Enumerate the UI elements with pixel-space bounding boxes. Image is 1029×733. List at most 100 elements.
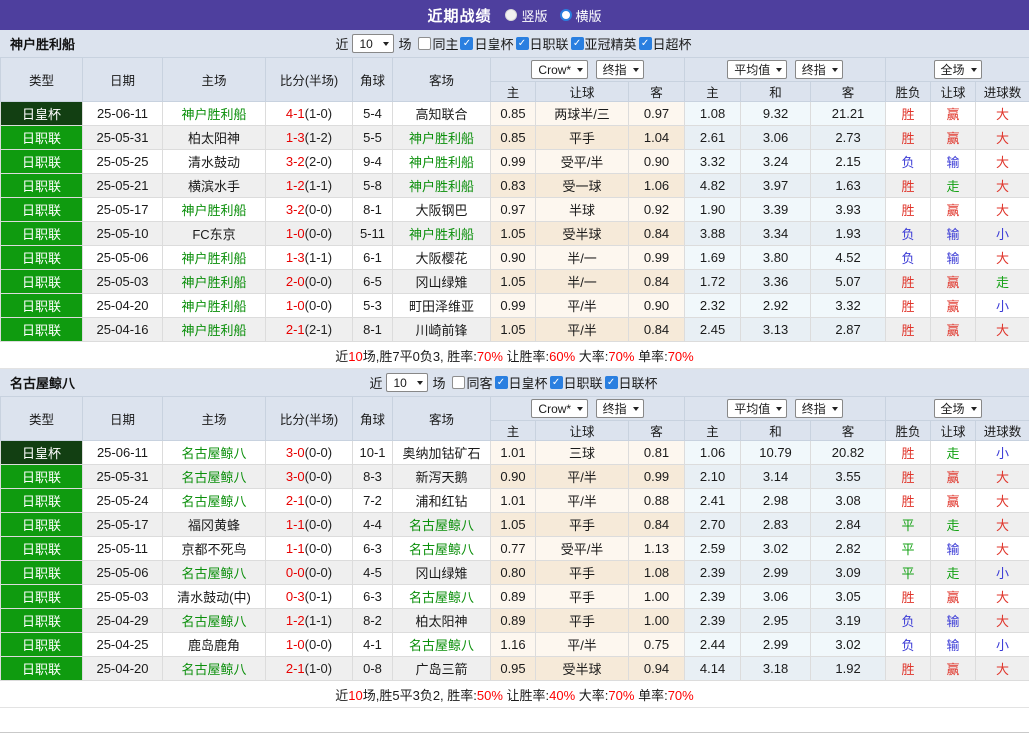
bookmaker-select[interactable]: Crow* bbox=[531, 399, 589, 418]
radio-icon[interactable] bbox=[505, 9, 518, 21]
summary-segment: 让胜率: bbox=[502, 348, 550, 364]
away-team-name: 神户胜利船 bbox=[408, 179, 474, 194]
score-cell: 3-0(0-0) bbox=[265, 440, 353, 465]
col-date: 日期 bbox=[82, 396, 163, 441]
checked-checkbox-icon[interactable] bbox=[549, 376, 563, 389]
average-select[interactable]: 平均值 bbox=[727, 60, 788, 79]
fulltime-score: 4-1 bbox=[285, 106, 305, 121]
unchecked-checkbox-icon[interactable] bbox=[452, 376, 466, 389]
final-odds-select-crow[interactable]: 终指 bbox=[595, 399, 644, 418]
fulltime-score: 3-0 bbox=[285, 445, 305, 460]
match-row: 日职联 25-04-25 鹿岛鹿角 1-0(0-0) 4-1 名古屋鲸八 1.1… bbox=[0, 632, 1029, 657]
result-wdl: 胜 bbox=[885, 269, 932, 294]
result-handicap: 输 bbox=[930, 608, 977, 633]
avg-away-odds: 2.84 bbox=[810, 512, 887, 537]
checked-checkbox-icon[interactable] bbox=[570, 37, 584, 50]
layout-radio[interactable]: 横版 bbox=[559, 6, 602, 25]
team-section: 名古屋鲸八 近 10 场 同客日皇杯日职联日联杯 类型 日期 主场 比分(半 bbox=[0, 369, 1029, 708]
filter-同客[interactable]: 同客 bbox=[452, 373, 493, 392]
final-odds-select-crow[interactable]: 终指 bbox=[595, 60, 644, 79]
match-rows: 日皇杯 25-06-11 神户胜利船 4-1(1-0) 5-4 高知联合 0.8… bbox=[0, 101, 1029, 342]
match-date: 25-05-21 bbox=[82, 173, 163, 198]
summary-segment: 40% bbox=[549, 687, 576, 703]
score-cell: 3-2(0-0) bbox=[265, 197, 353, 222]
filter-亚冠精英[interactable]: 亚冠精英 bbox=[570, 34, 637, 53]
final-odds-select-avg[interactable]: 终指 bbox=[794, 399, 843, 418]
result-goals: 小 bbox=[975, 293, 1029, 318]
home-team-name: 鹿岛鹿角 bbox=[187, 638, 240, 653]
result-handicap: 走 bbox=[930, 560, 977, 585]
summary-segment: 近 bbox=[335, 348, 349, 364]
match-date: 25-05-06 bbox=[82, 560, 163, 585]
final-odds-select-avg[interactable]: 终指 bbox=[794, 60, 843, 79]
halftime-score: (0-0) bbox=[304, 637, 333, 652]
summary-row: 近10场,胜5平3负2, 胜率:50% 让胜率:40% 大率:70% 单率:70… bbox=[0, 681, 1029, 708]
filter-日皇杯[interactable]: 日皇杯 bbox=[494, 373, 548, 392]
away-team-name: 神户胜利船 bbox=[408, 131, 474, 146]
match-type-cell: 日职联 bbox=[0, 632, 83, 657]
halftime-score: (0-0) bbox=[304, 226, 333, 241]
fulltime-score: 3-0 bbox=[285, 469, 305, 484]
match-count-select[interactable]: 10 bbox=[386, 373, 429, 392]
summary-segment: 大率: bbox=[575, 687, 609, 703]
bookmaker-value: Crow* bbox=[538, 401, 572, 416]
bookmaker-select[interactable]: Crow* bbox=[531, 60, 589, 79]
home-team-name: 名古屋鲸八 bbox=[181, 662, 247, 677]
result-wdl: 负 bbox=[885, 632, 932, 657]
final-odds-value-crow: 终指 bbox=[602, 402, 627, 416]
result-handicap: 赢 bbox=[930, 125, 977, 150]
unchecked-checkbox-icon[interactable] bbox=[418, 37, 432, 50]
fulltime-score: 1-2 bbox=[285, 613, 305, 628]
checkbox-label: 日皇杯 bbox=[508, 376, 548, 391]
corner-cell: 6-5 bbox=[352, 269, 393, 294]
away-team: 冈山绿雉 bbox=[392, 269, 491, 294]
average-value: 平均值 bbox=[734, 63, 771, 77]
crow-home-odds: 1.01 bbox=[490, 488, 536, 513]
filter-日职联[interactable]: 日职联 bbox=[549, 373, 603, 392]
filter-同主[interactable]: 同主 bbox=[418, 34, 458, 53]
result-goals: 大 bbox=[975, 101, 1029, 126]
checked-checkbox-icon[interactable] bbox=[604, 376, 618, 389]
away-team: 川崎前锋 bbox=[392, 317, 491, 342]
checked-checkbox-icon[interactable] bbox=[494, 376, 508, 389]
match-date: 25-04-20 bbox=[82, 656, 163, 681]
col-home: 主场 bbox=[162, 396, 266, 441]
match-row: 日皇杯 25-06-11 神户胜利船 4-1(1-0) 5-4 高知联合 0.8… bbox=[0, 101, 1029, 126]
match-type-cell: 日职联 bbox=[0, 656, 83, 681]
result-wdl: 负 bbox=[885, 221, 932, 246]
crow-away-odds: 0.94 bbox=[627, 656, 686, 681]
average-select[interactable]: 平均值 bbox=[727, 399, 788, 418]
corner-cell: 10-1 bbox=[352, 440, 393, 465]
scope-select[interactable]: 全场 bbox=[933, 60, 982, 79]
home-team-name: FC东京 bbox=[192, 227, 236, 242]
filter-日超杯[interactable]: 日超杯 bbox=[638, 34, 692, 53]
away-team: 神户胜利船 bbox=[392, 221, 491, 246]
filter-controls: 近 10 场 同客日皇杯日职联日联杯 bbox=[369, 373, 659, 392]
layout-radio[interactable]: 竖版 bbox=[505, 6, 548, 25]
home-team-name: 清水鼓动(中) bbox=[177, 590, 251, 605]
match-type-cell: 日职联 bbox=[0, 197, 83, 222]
home-team-name: 京都不死鸟 bbox=[181, 542, 247, 557]
col-goals-result: 进球数 bbox=[975, 420, 1029, 441]
filter-日皇杯[interactable]: 日皇杯 bbox=[460, 34, 514, 53]
crow-away-odds: 0.90 bbox=[627, 149, 686, 174]
checked-checkbox-icon[interactable] bbox=[638, 37, 652, 50]
radio-icon[interactable] bbox=[559, 9, 572, 21]
handicap-line: 平手 bbox=[535, 584, 629, 609]
crow-home-odds: 1.01 bbox=[490, 440, 536, 465]
halftime-score: (1-0) bbox=[304, 106, 333, 121]
home-team: 京都不死鸟 bbox=[162, 536, 266, 561]
checked-checkbox-icon[interactable] bbox=[515, 37, 529, 50]
filter-日联杯[interactable]: 日联杯 bbox=[604, 373, 658, 392]
checkbox-label: 亚冠精英 bbox=[584, 37, 637, 52]
away-team: 神户胜利船 bbox=[392, 149, 491, 174]
handicap-line: 半/一 bbox=[535, 269, 629, 294]
result-handicap: 输 bbox=[930, 221, 977, 246]
filter-日职联[interactable]: 日职联 bbox=[515, 34, 569, 53]
home-team: 神户胜利船 bbox=[162, 317, 266, 342]
score-cell: 1-2(1-1) bbox=[265, 608, 353, 633]
match-count-select[interactable]: 10 bbox=[352, 34, 395, 53]
scope-select[interactable]: 全场 bbox=[933, 399, 982, 418]
checked-checkbox-icon[interactable] bbox=[460, 37, 474, 50]
match-date: 25-05-24 bbox=[82, 488, 163, 513]
